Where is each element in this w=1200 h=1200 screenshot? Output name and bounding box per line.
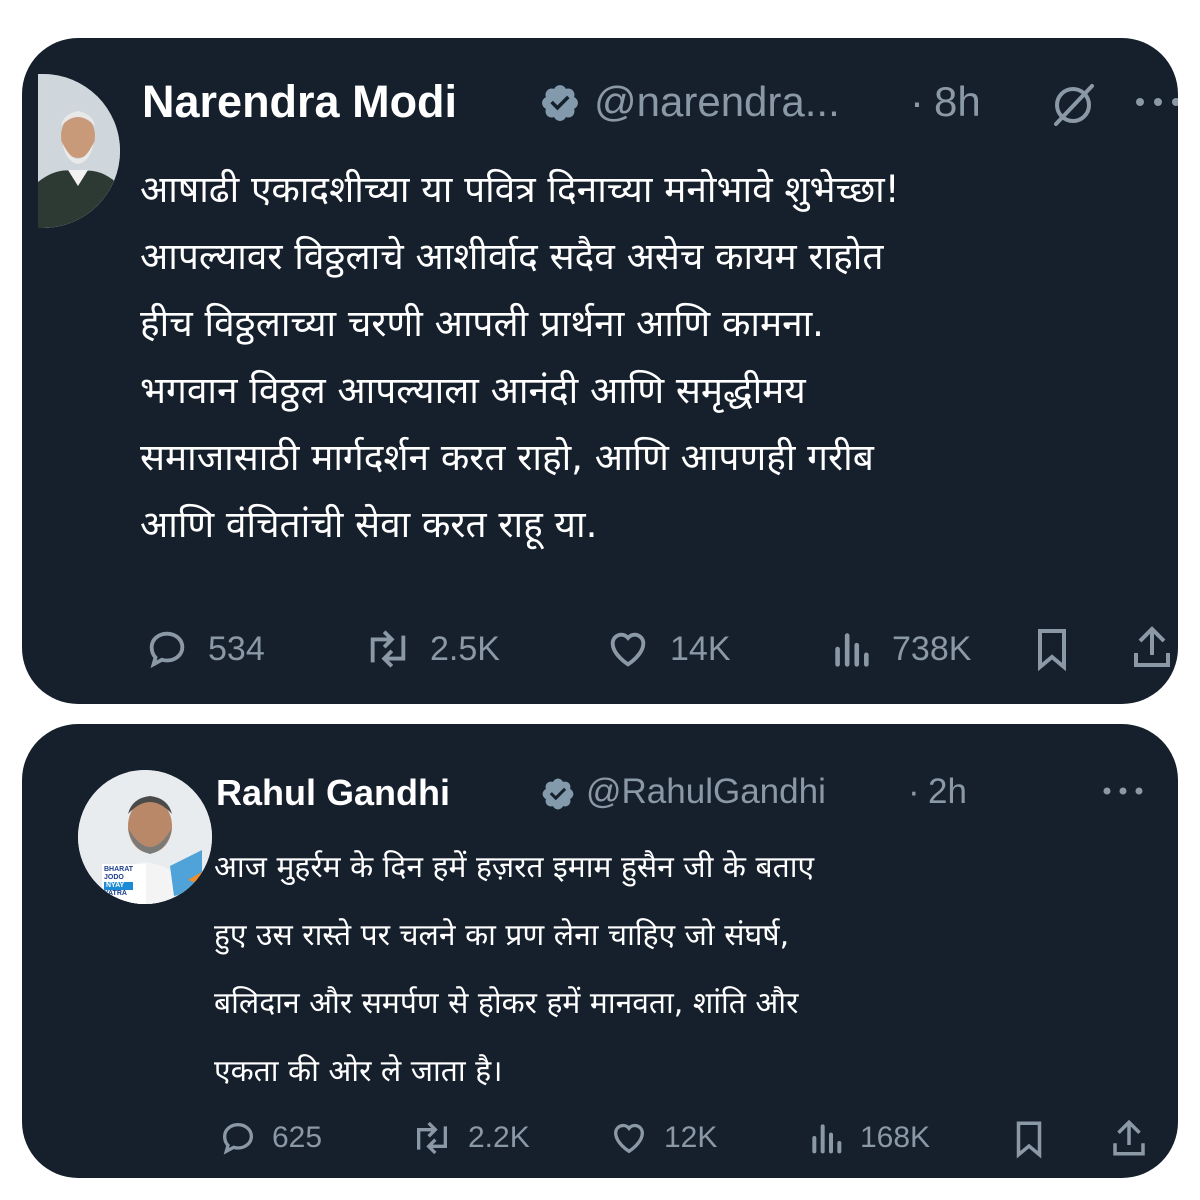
repost-count: 2.5K bbox=[430, 629, 500, 668]
avatar-badge: BHARAT JODO NYAY YATRA bbox=[104, 866, 134, 897]
verified-badge-icon bbox=[542, 778, 574, 810]
separator-dot: · bbox=[910, 78, 924, 125]
like-icon bbox=[610, 632, 646, 667]
repost-count: 2.2K bbox=[468, 1121, 530, 1154]
reply-action[interactable]: 625 bbox=[218, 1116, 322, 1160]
views-count: 738K bbox=[892, 629, 972, 668]
author-name[interactable]: Rahul Gandhi bbox=[216, 772, 450, 814]
views-icon bbox=[812, 1124, 842, 1154]
like-count: 14K bbox=[670, 629, 731, 668]
tweet-text-line: हुए उस रास्ते पर चलने का प्रण लेना चाहिए… bbox=[214, 918, 790, 953]
views-icon bbox=[835, 633, 869, 667]
like-action[interactable]: 14K bbox=[604, 624, 731, 674]
author-handle[interactable]: @narendra... bbox=[594, 78, 840, 126]
tweet-text-line: आणि वंचितांची सेवा करत राहू या. bbox=[140, 503, 598, 546]
tweet-text: आज मुहर्रम के दिन हमें हज़रत इमाम हुसैन … bbox=[214, 834, 814, 1106]
tweet-card-modi[interactable]: Narendra Modi @narendra... · 8h आषाढी एक… bbox=[22, 38, 1178, 704]
tweet-text-line: समाजासाठी मार्गदर्शन करत राहो, आणि आपणही… bbox=[140, 436, 874, 479]
tweet-text-line: भगवान विठ्ठल आपल्याला आनंदी आणि समृद्धीम… bbox=[140, 369, 806, 412]
timestamp[interactable]: 2h bbox=[928, 772, 967, 812]
reply-count: 625 bbox=[272, 1121, 323, 1154]
avatar-photo-icon bbox=[38, 74, 120, 228]
timestamp[interactable]: 8h bbox=[934, 78, 981, 126]
tweet-card-gandhi[interactable]: BHARAT JODO NYAY YATRA Rahul Gandhi @Rah… bbox=[22, 724, 1178, 1178]
like-action[interactable]: 12K bbox=[608, 1116, 717, 1160]
tweet-text-line: हीच विठ्ठलाच्या चरणी आपली प्रार्थना आणि … bbox=[140, 302, 824, 345]
more-icon[interactable] bbox=[1102, 784, 1144, 798]
share-icon[interactable] bbox=[1128, 622, 1176, 672]
reply-icon bbox=[222, 1122, 254, 1155]
repost-action[interactable]: 2.5K bbox=[360, 624, 500, 674]
repost-action[interactable]: 2.2K bbox=[408, 1116, 530, 1160]
tweet-text-line: आपल्यावर विठ्ठलाचे आशीर्वाद सदैव असेच का… bbox=[140, 235, 884, 278]
views-count: 168K bbox=[860, 1121, 931, 1154]
separator-dot: · bbox=[908, 772, 920, 811]
reply-action[interactable]: 534 bbox=[144, 624, 265, 674]
repost-icon bbox=[370, 630, 406, 668]
tweet-text: आषाढी एकादशीच्या या पवित्र दिनाच्या मनोभ… bbox=[140, 156, 900, 558]
author-name[interactable]: Narendra Modi bbox=[142, 76, 457, 128]
tweet-text-line: आज मुहर्रम के दिन हमें हज़रत इमाम हुसैन … bbox=[214, 850, 815, 885]
repost-icon bbox=[417, 1121, 447, 1155]
reply-icon bbox=[149, 631, 185, 669]
bookmark-icon[interactable] bbox=[1008, 1118, 1050, 1160]
verified-badge-icon bbox=[542, 85, 578, 121]
grok-icon[interactable] bbox=[1048, 80, 1098, 130]
reply-count: 534 bbox=[208, 629, 265, 668]
views-action[interactable]: 168K bbox=[806, 1116, 930, 1160]
avatar[interactable]: BHARAT JODO NYAY YATRA bbox=[78, 770, 212, 904]
author-handle[interactable]: @RahulGandhi bbox=[586, 772, 826, 812]
tweet-text-line: बलिदान और समर्पण से होकर हमें मानवता, शा… bbox=[214, 986, 799, 1021]
like-count: 12K bbox=[664, 1121, 718, 1154]
share-icon[interactable] bbox=[1108, 1116, 1150, 1160]
tweet-text-line: आषाढी एकादशीच्या या पवित्र दिनाच्या मनोभ… bbox=[140, 168, 900, 211]
bookmark-icon[interactable] bbox=[1028, 624, 1076, 674]
tweet-text-line: एकता की ओर ले जाता है। bbox=[214, 1054, 503, 1089]
more-icon[interactable] bbox=[1134, 94, 1178, 110]
views-action[interactable]: 738K bbox=[828, 624, 971, 674]
like-icon bbox=[613, 1123, 645, 1154]
avatar-photo-icon bbox=[78, 770, 212, 904]
avatar[interactable] bbox=[38, 74, 120, 228]
